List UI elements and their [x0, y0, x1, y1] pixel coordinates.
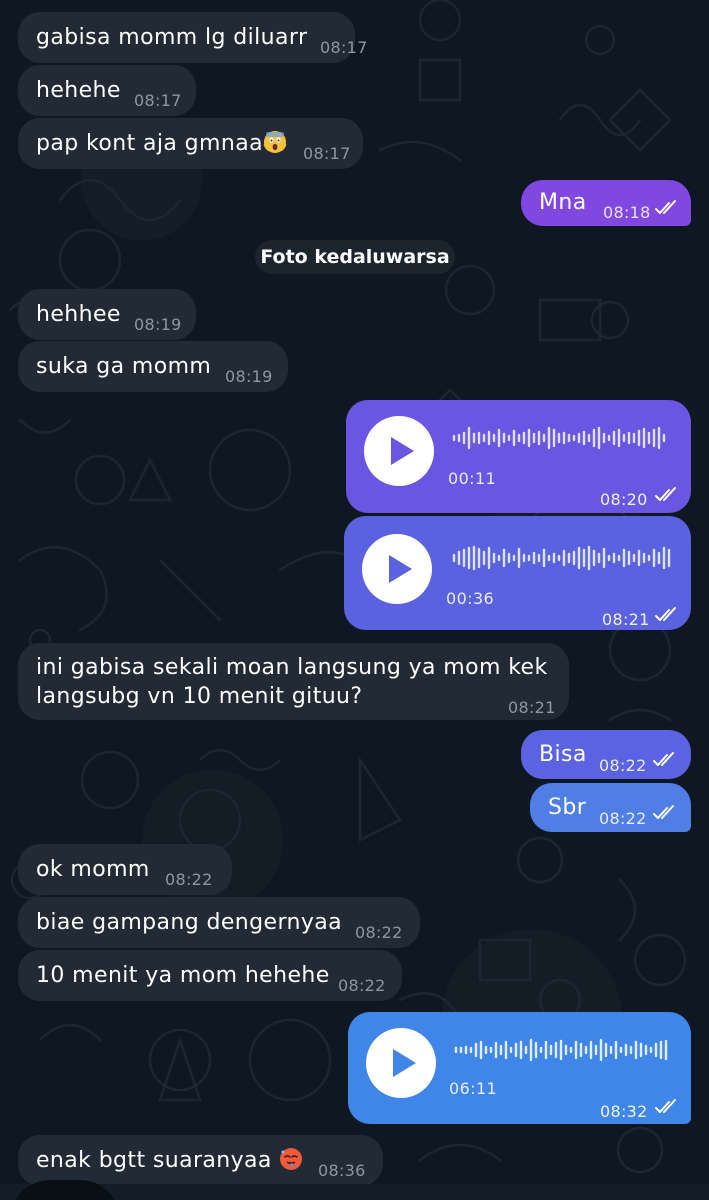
message-time: 08:36: [318, 1161, 366, 1180]
voice-play-button[interactable]: [366, 1028, 436, 1098]
voice-duration: 06:11: [449, 1079, 498, 1098]
incoming-message[interactable]: 10 menit ya mom hehehe 08:22: [18, 950, 402, 1001]
incoming-message[interactable]: gabisa momm lg diluarr 08:17: [18, 12, 367, 63]
message-time: 08:22: [165, 870, 213, 889]
message-time: 08:20: [600, 490, 648, 509]
message-time: 08:21: [602, 610, 650, 629]
message-time: 08:22: [338, 976, 386, 995]
incoming-message[interactable]: biae gampang dengernyaa 08:22: [18, 897, 420, 948]
message-text: Bisa: [539, 742, 587, 767]
outgoing-message[interactable]: Sbr 08:22: [530, 783, 691, 832]
incoming-message[interactable]: hehhee 08:19: [18, 289, 196, 340]
message-text: hehehe: [36, 78, 121, 103]
read-checkmarks-icon: [655, 607, 676, 621]
outgoing-voice-message[interactable]: 00:11 08:20: [346, 400, 691, 513]
message-text-line-2: langsubg vn 10 menit gituu?: [36, 684, 363, 709]
message-text-content: enak bgtt suaranyaa: [36, 1148, 272, 1173]
message-time: 08:32: [600, 1102, 648, 1121]
play-icon: [389, 555, 412, 583]
message-time: 08:22: [599, 756, 647, 775]
incoming-message[interactable]: ok momm 08:22: [18, 844, 232, 895]
hot-face-emoji-icon: [280, 1148, 303, 1170]
outgoing-voice-message[interactable]: 00:36 08:21: [344, 516, 691, 630]
expired-photo-notice: Foto kedaluwarsa: [255, 240, 455, 274]
read-checkmarks-icon: [655, 1099, 676, 1113]
voice-play-button[interactable]: [364, 416, 434, 486]
outgoing-voice-message[interactable]: 06:11 08:32: [348, 1012, 691, 1124]
read-checkmarks-icon: [653, 752, 674, 766]
voice-duration: 00:36: [446, 589, 495, 608]
outgoing-message[interactable]: Bisa 08:22: [521, 730, 691, 779]
message-text: hehhee: [36, 302, 121, 327]
message-text: pap kont aja gmnaa: [36, 130, 287, 158]
message-time: 08:22: [599, 809, 647, 828]
incoming-message[interactable]: enak bgtt suaranyaa 08:36: [18, 1135, 383, 1186]
message-text-content: pap kont aja gmnaa: [36, 131, 263, 156]
message-text: gabisa momm lg diluarr: [36, 25, 308, 50]
voice-waveform: [454, 1038, 668, 1062]
read-checkmarks-icon: [655, 487, 676, 501]
outgoing-message[interactable]: Mna 08:18: [521, 180, 691, 226]
incoming-message[interactable]: hehehe 08:17: [18, 65, 196, 116]
scream-emoji-icon: [263, 131, 287, 153]
play-icon: [391, 437, 414, 465]
message-time: 08:19: [225, 367, 273, 386]
message-time: 08:18: [603, 203, 651, 222]
message-time: 08:22: [355, 923, 403, 942]
read-checkmarks-icon: [655, 200, 676, 214]
message-text: biae gampang dengernyaa: [36, 910, 343, 935]
voice-waveform: [452, 426, 666, 450]
message-time: 08:19: [134, 315, 182, 334]
message-time: 08:17: [134, 91, 182, 110]
message-text: ok momm: [36, 857, 150, 882]
message-text: suka ga momm: [36, 354, 212, 379]
message-text: enak bgtt suaranyaa: [36, 1147, 303, 1175]
message-text-line-1: ini gabisa sekali moan langsung ya mom k…: [36, 655, 548, 680]
play-icon: [393, 1049, 416, 1077]
message-text: 10 menit ya mom hehehe: [36, 963, 330, 988]
message-time: 08:17: [320, 38, 368, 57]
incoming-message[interactable]: suka ga momm 08:19: [18, 341, 288, 392]
message-time: 08:17: [303, 144, 351, 163]
voice-duration: 00:11: [448, 469, 497, 488]
message-text: Mna: [539, 190, 587, 215]
chat-background: gabisa momm lg diluarr 08:17 hehehe 08:1…: [0, 0, 709, 1200]
incoming-message[interactable]: ini gabisa sekali moan langsung ya mom k…: [18, 643, 569, 720]
incoming-message[interactable]: pap kont aja gmnaa 08:17: [18, 118, 363, 169]
voice-play-button[interactable]: [362, 534, 432, 604]
read-checkmarks-icon: [653, 805, 674, 819]
message-text: Sbr: [548, 795, 587, 820]
voice-waveform: [452, 545, 671, 571]
message-time: 08:21: [508, 698, 556, 717]
